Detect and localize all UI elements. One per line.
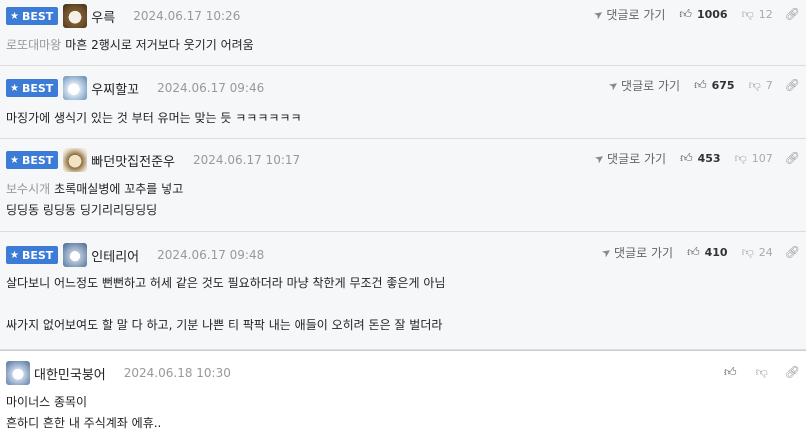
upvote-button[interactable]: 👍︎ [724, 365, 742, 380]
link-icon[interactable]: 🔗︎ [785, 151, 800, 165]
downvote-button[interactable]: 👎︎ 12 [742, 7, 773, 22]
downvote-button[interactable]: 👎︎ 24 [742, 245, 773, 260]
comment-body: 로또대마왕 마흔 2행시로 저거보다 웃기기 어려움 [6, 38, 254, 52]
thumbs-up-icon: 👍︎ [724, 364, 737, 379]
reply-arrow-icon: ➤ [598, 244, 614, 260]
thumbs-down-icon: 👎︎ [741, 244, 754, 259]
comment-body: 살다보니 어느정도 뻔뻔하고 허세 같은 것도 필요하더라 마냥 착한게 무조건… [6, 276, 446, 332]
thumbs-down-icon: 👎︎ [734, 150, 747, 165]
comment-author[interactable]: 인테리어 [91, 246, 139, 265]
avatar[interactable] [6, 361, 30, 385]
best-badge: ★ BEST [6, 246, 59, 264]
mention[interactable]: 보수시개 [6, 182, 50, 196]
reply-link[interactable]: ➤ 댓글로 가기 [591, 6, 665, 23]
comment-author[interactable]: 우찌할꼬 [91, 79, 139, 98]
comment-item: ★ BEST 인테리어 2024.06.17 09:48 ➤ 댓글로 가기 👍︎ 41… [0, 232, 806, 350]
thumbs-up-icon: 👍︎ [687, 244, 700, 259]
avatar[interactable] [63, 76, 88, 100]
comment-date: 2024.06.17 09:48 [157, 248, 265, 262]
reply-link[interactable]: ➤ 댓글로 가기 [598, 244, 673, 261]
avatar[interactable] [63, 148, 88, 172]
best-badge: ★ BEST [6, 7, 59, 25]
comment-item: ★ BEST 우륵 2024.06.17 10:26 ➤ 댓글로 가기 👍︎ 1006… [0, 0, 806, 66]
star-icon: ★ [10, 10, 19, 22]
upvote-button[interactable]: 👍︎ 453 [680, 151, 721, 166]
upvote-button[interactable]: 👍︎ 1006 [679, 7, 727, 22]
best-badge: ★ BEST [6, 79, 59, 97]
mention[interactable]: 로또대마왕 [6, 38, 61, 52]
comment-date: 2024.06.17 10:17 [193, 153, 301, 167]
reply-arrow-icon: ➤ [591, 6, 607, 22]
comment-item: ★ BEST 빠던맛집전준우 2024.06.17 10:17 ➤ 댓글로 가기 👍… [0, 139, 806, 232]
link-icon[interactable]: 🔗︎ [785, 78, 800, 92]
link-icon[interactable]: 🔗︎ [785, 7, 800, 21]
thumbs-up-icon: 👍︎ [680, 150, 693, 165]
star-icon: ★ [10, 249, 19, 261]
comment-item: 대한민국붕어 2024.06.18 10:30 👍︎ 👎︎ 🔗︎ 마이너스 종목… [0, 350, 806, 438]
comment-body: 마징가에 생식기 있는 것 부터 유머는 맞는 듯 ㅋㅋㅋㅋㅋㅋ [6, 111, 302, 125]
best-badge: ★ BEST [6, 151, 59, 169]
reply-link[interactable]: ➤ 댓글로 가기 [591, 150, 666, 167]
downvote-button[interactable]: 👎︎ [756, 365, 773, 380]
reply-link[interactable]: ➤ 댓글로 가기 [605, 77, 680, 94]
thumbs-down-icon: 👎︎ [748, 77, 761, 92]
star-icon: ★ [10, 82, 19, 94]
comment-author[interactable]: 대한민국붕어 [34, 364, 106, 383]
comment-body: 마이너스 종목이 흔하디 흔한 내 주식계좌 에휴.. [6, 395, 162, 430]
thumbs-up-icon: 👍︎ [679, 6, 692, 21]
comment-body: 보수시개 초록매실병에 꼬추를 넣고 딩딩동 링딩동 딩기리리딩딩딩 [6, 182, 184, 217]
upvote-button[interactable]: 👍︎ 675 [694, 78, 735, 93]
link-icon[interactable]: 🔗︎ [785, 245, 800, 259]
star-icon: ★ [10, 154, 19, 166]
downvote-button[interactable]: 👎︎ 107 [735, 151, 773, 166]
reply-arrow-icon: ➤ [605, 77, 621, 93]
thumbs-down-icon: 👎︎ [755, 364, 768, 379]
avatar[interactable] [63, 4, 88, 28]
comment-date: 2024.06.17 09:46 [157, 81, 265, 95]
comment-author[interactable]: 우륵 [91, 7, 115, 26]
reply-arrow-icon: ➤ [591, 150, 607, 166]
downvote-button[interactable]: 👎︎ 7 [749, 78, 773, 93]
comment-author[interactable]: 빠던맛집전준우 [91, 151, 175, 170]
upvote-button[interactable]: 👍︎ 410 [687, 245, 728, 260]
comment-item: ★ BEST 우찌할꼬 2024.06.17 09:46 ➤ 댓글로 가기 👍︎ 67… [0, 66, 806, 139]
avatar[interactable] [63, 243, 88, 267]
comment-date: 2024.06.18 10:30 [123, 366, 231, 380]
comment-date: 2024.06.17 10:26 [133, 9, 241, 23]
thumbs-up-icon: 👍︎ [694, 77, 707, 92]
link-icon[interactable]: 🔗︎ [785, 365, 800, 379]
thumbs-down-icon: 👎︎ [741, 6, 754, 21]
